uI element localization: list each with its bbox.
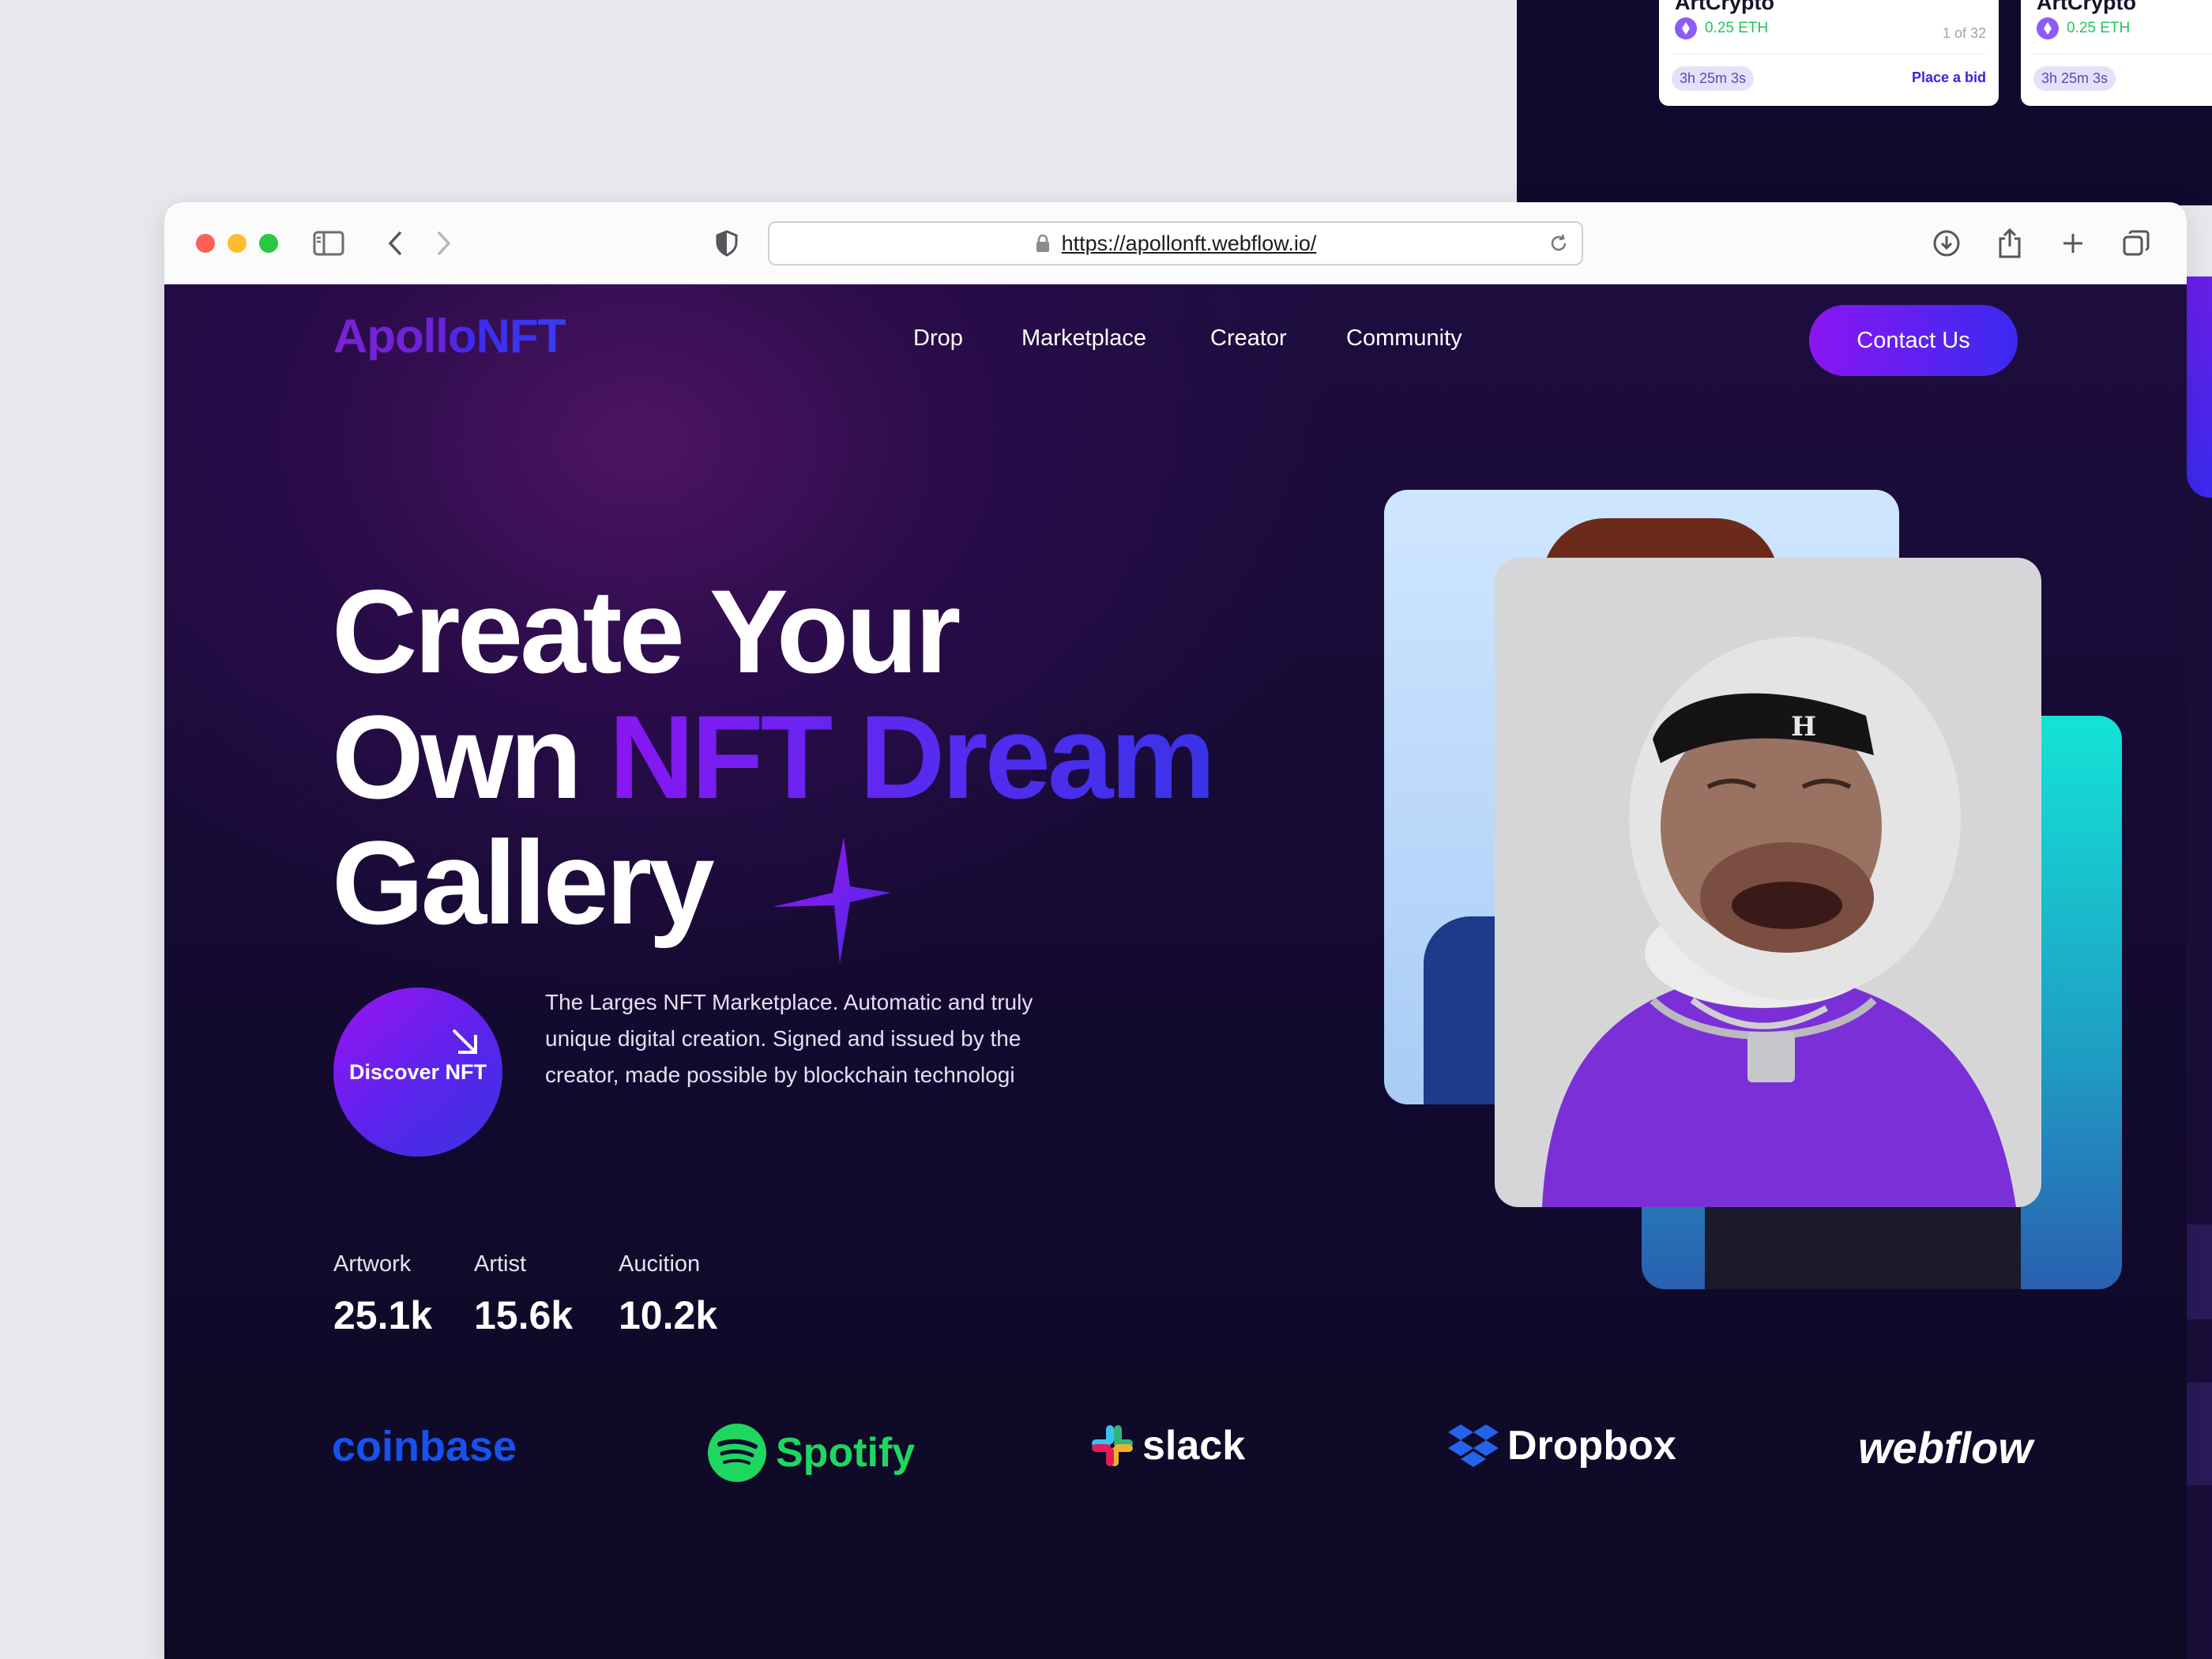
background-marketplace-panel: ArtCrypto 0.25 ETH 1 of 32 3h 25m 3s Pla… bbox=[1517, 0, 2212, 205]
slack-wordmark: slack bbox=[1142, 1423, 1246, 1469]
plus-icon[interactable] bbox=[2054, 224, 2092, 262]
divider bbox=[1672, 54, 1986, 55]
reload-icon[interactable] bbox=[1548, 233, 1569, 254]
nft-artwork-main-card[interactable]: H bbox=[1495, 558, 2041, 1207]
address-bar[interactable]: https://apollonft.webflow.io/ bbox=[768, 221, 1583, 265]
close-window-button[interactable] bbox=[196, 234, 215, 253]
contact-us-button[interactable]: Contact Us bbox=[1809, 305, 2018, 376]
discover-nft-label: Discover NFT bbox=[348, 1060, 487, 1084]
forward-chevron-icon[interactable] bbox=[425, 224, 463, 262]
browser-toolbar: https://apollonft.webflow.io/ bbox=[164, 202, 2187, 284]
browser-window: https://apollonft.webflow.io/ ApolloNFT … bbox=[164, 202, 2187, 1659]
partner-logo-dropbox: Dropbox bbox=[1447, 1422, 1676, 1469]
ape-artwork-image: H bbox=[1542, 637, 2016, 1207]
nav-link-drop[interactable]: Drop bbox=[913, 325, 963, 352]
spotify-icon bbox=[708, 1424, 766, 1482]
nft-card-title: ArtCrypto bbox=[1675, 0, 1774, 14]
sidebar-icon[interactable] bbox=[310, 224, 348, 262]
ethereum-icon bbox=[2037, 17, 2059, 40]
hero-title-plain: Own bbox=[332, 690, 582, 823]
spotify-wordmark: Spotify bbox=[776, 1430, 916, 1476]
partner-logo-spotify: Spotify bbox=[706, 1422, 915, 1484]
nft-card[interactable]: ArtCrypto 0.25 ETH 1 of 32 3h 25m 3s Pla… bbox=[1659, 0, 1999, 106]
minimize-window-button[interactable] bbox=[228, 234, 246, 253]
nft-card-timer: 3h 25m 3s bbox=[2033, 66, 2116, 91]
hero-title-line-1: Create Your bbox=[332, 565, 961, 698]
nft-card-timer: 3h 25m 3s bbox=[1672, 66, 1755, 91]
webpage: ApolloNFT Drop Marketplace Creator Commu… bbox=[164, 284, 2187, 1659]
nav-link-marketplace[interactable]: Marketplace bbox=[1021, 325, 1146, 352]
nft-card-price: 0.25 ETH bbox=[1705, 20, 1769, 36]
svg-text:H: H bbox=[1791, 711, 1816, 743]
nft-card-title: ArtCrypto bbox=[2037, 0, 2136, 14]
stat-label-artwork: Artwork bbox=[333, 1251, 412, 1277]
nav-link-community[interactable]: Community bbox=[1346, 325, 1462, 352]
url-text: https://apollonft.webflow.io/ bbox=[1061, 231, 1317, 255]
hero-title-line-3: Gallery bbox=[332, 816, 715, 949]
nft-card-price: 0.25 ETH bbox=[2067, 20, 2131, 36]
nft-card[interactable]: ArtCrypto 0.25 ETH 3h 25m 3s bbox=[2021, 0, 2212, 106]
dropbox-icon bbox=[1448, 1424, 1499, 1467]
dropbox-wordmark: Dropbox bbox=[1507, 1423, 1676, 1469]
maximize-window-button[interactable] bbox=[259, 234, 278, 253]
nav-link-creator[interactable]: Creator bbox=[1210, 325, 1287, 352]
site-logo[interactable]: ApolloNFT bbox=[333, 313, 566, 360]
slack-icon bbox=[1092, 1425, 1133, 1466]
stat-label-artist: Artist bbox=[474, 1251, 527, 1277]
divider bbox=[2033, 54, 2212, 55]
hero-title-line-2: Own NFT Dream bbox=[332, 698, 1216, 816]
shield-icon[interactable] bbox=[708, 224, 746, 262]
sparkle-icon bbox=[773, 837, 891, 964]
stat-value-artwork: 25.1k bbox=[333, 1293, 433, 1337]
nft-card-edition: 1 of 32 bbox=[1942, 25, 1986, 41]
artwork-detail bbox=[1705, 1206, 2021, 1289]
hero-description: The Larges NFT Marketplace. Automatic an… bbox=[545, 990, 1033, 1087]
stat-value-auction: 10.2k bbox=[619, 1293, 718, 1337]
partner-logo-coinbase: coinbase bbox=[332, 1423, 517, 1470]
lock-icon bbox=[1036, 234, 1049, 252]
background-page-edge bbox=[2187, 276, 2212, 1659]
partner-logo-slack: slack bbox=[1090, 1422, 1245, 1469]
stat-label-auction: Aucition bbox=[619, 1251, 701, 1277]
ethereum-icon bbox=[1675, 17, 1697, 40]
discover-nft-button[interactable]: Discover NFT bbox=[333, 988, 502, 1157]
partner-logo-webflow: webflow bbox=[1858, 1423, 2033, 1473]
tabs-icon[interactable] bbox=[2117, 224, 2155, 262]
arrow-down-right-icon bbox=[452, 1029, 477, 1054]
share-icon[interactable] bbox=[1991, 224, 2029, 262]
place-bid-link[interactable]: Place a bid bbox=[1912, 70, 1986, 86]
hero-title-accent: NFT Dream bbox=[608, 690, 1216, 823]
back-chevron-icon[interactable] bbox=[376, 224, 414, 262]
stat-value-artist: 15.6k bbox=[474, 1293, 574, 1337]
download-icon[interactable] bbox=[1928, 224, 1966, 262]
